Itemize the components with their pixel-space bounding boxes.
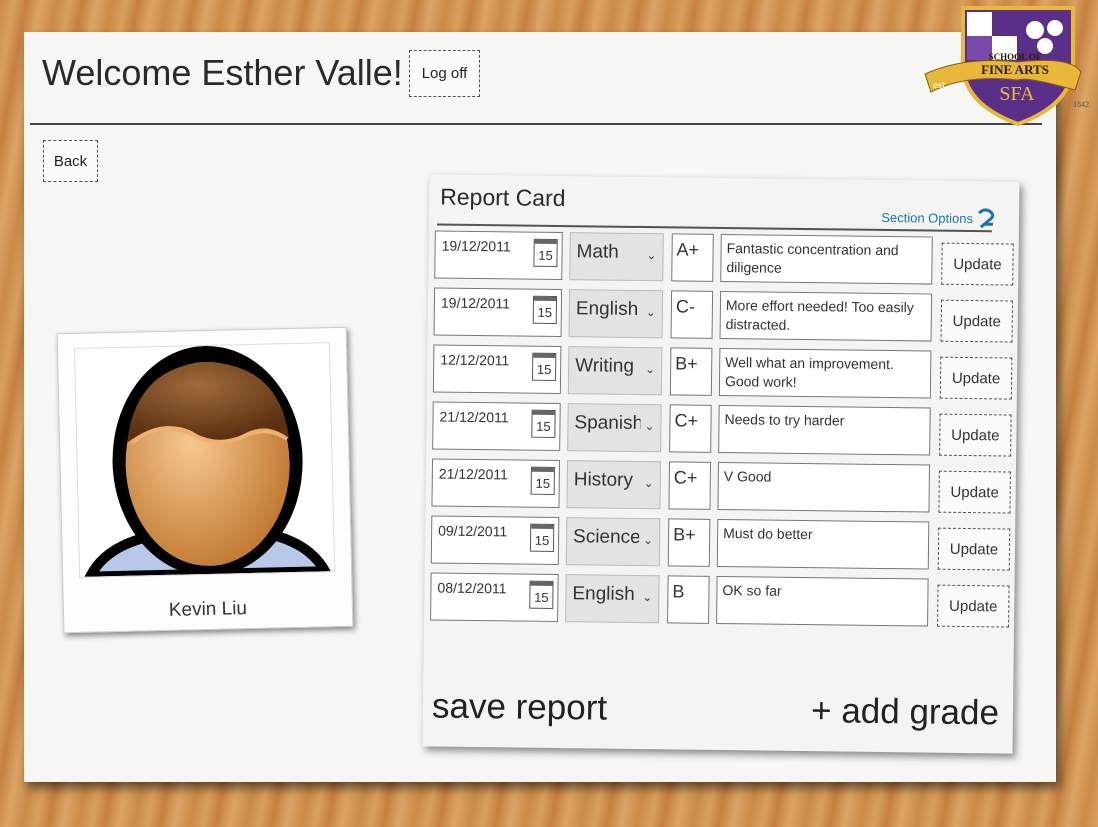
- chevron-down-icon: ⌄: [646, 248, 657, 263]
- grade-row: 19/12/2011 15 Math ⌄ A+ Fantastic concen…: [434, 230, 1014, 286]
- student-avatar: [73, 342, 336, 578]
- update-button[interactable]: Update: [937, 584, 1010, 628]
- add-grade-button[interactable]: + add grade: [811, 691, 999, 733]
- chevron-down-icon: ⌄: [642, 590, 653, 605]
- chevron-down-icon: ⌄: [643, 476, 654, 491]
- comment-field[interactable]: Well what an improvement. Good work!: [718, 347, 932, 399]
- grade-row: 12/12/2011 15 Writing ⌄ B+ Well what an …: [432, 344, 1013, 400]
- date-value: 21/12/2011: [438, 465, 508, 483]
- comment-field[interactable]: OK so far: [716, 575, 929, 627]
- date-field[interactable]: 19/12/2011 15: [433, 287, 563, 338]
- comment-field[interactable]: Fantastic concentration and diligence: [720, 233, 933, 285]
- school-logo: SCHOOL OF FINE ARTS SFA est. 1842: [924, 6, 1089, 127]
- calendar-icon[interactable]: 15: [529, 580, 554, 609]
- subject-select[interactable]: Writing ⌄: [567, 346, 663, 396]
- avatar-icon: [81, 345, 334, 578]
- logo-initials: SFA: [999, 83, 1035, 105]
- logo-line1: SCHOOL OF: [989, 52, 1042, 62]
- grade-row: 19/12/2011 15 English ⌄ C- More effort n…: [433, 287, 1014, 343]
- page-title: Welcome Esther Valle!: [42, 52, 403, 93]
- subject-select[interactable]: Math ⌄: [569, 232, 664, 282]
- grade-field[interactable]: C-: [670, 290, 714, 339]
- date-field[interactable]: 19/12/2011 15: [434, 230, 563, 281]
- date-value: 21/12/2011: [439, 408, 509, 426]
- calendar-icon[interactable]: 15: [531, 409, 556, 438]
- grade-field[interactable]: C+: [668, 461, 712, 510]
- student-photo-card: Kevin Liu: [56, 326, 354, 634]
- date-field[interactable]: 21/12/2011 15: [432, 401, 561, 452]
- update-button[interactable]: Update: [937, 527, 1011, 571]
- calendar-icon[interactable]: 15: [533, 238, 558, 267]
- comment-field[interactable]: More effort needed! Too easily distracte…: [719, 290, 933, 342]
- update-button[interactable]: Update: [939, 413, 1012, 457]
- subject-select[interactable]: English ⌄: [568, 289, 664, 339]
- subject-value: English: [572, 583, 635, 605]
- grade-row: 21/12/2011 15 Spanish ⌄ C+ Needs to try …: [432, 401, 1012, 457]
- calendar-icon[interactable]: 15: [530, 466, 555, 495]
- date-field[interactable]: 12/12/2011 15: [432, 344, 562, 395]
- grade-field[interactable]: B+: [667, 518, 711, 567]
- grade-row: 21/12/2011 15 History ⌄ C+ V Good Update: [431, 458, 1011, 514]
- date-field[interactable]: 08/12/2011 15: [430, 572, 559, 623]
- back-button[interactable]: Back: [43, 140, 98, 182]
- calendar-icon[interactable]: 15: [532, 295, 558, 324]
- grade-row: 09/12/2011 15 Science ⌄ B+ Must do bette…: [430, 515, 1011, 571]
- grade-field[interactable]: A+: [671, 233, 714, 282]
- subject-value: Writing: [575, 355, 635, 377]
- update-button[interactable]: Update: [938, 470, 1011, 514]
- comment-field[interactable]: Must do better: [716, 518, 930, 570]
- header-divider: [30, 123, 1042, 125]
- report-title: Report Card: [440, 183, 566, 212]
- calendar-icon[interactable]: 15: [529, 523, 555, 552]
- chevron-down-icon: ⌄: [645, 362, 656, 377]
- grade-field[interactable]: C+: [669, 404, 712, 453]
- subject-value: Spanish: [574, 412, 641, 435]
- subject-select[interactable]: Spanish ⌄: [567, 403, 662, 453]
- section-options-link[interactable]: Section Options: [881, 210, 973, 226]
- subject-value: History: [573, 469, 634, 491]
- calendar-icon[interactable]: 15: [532, 352, 557, 381]
- update-button[interactable]: Update: [940, 299, 1014, 343]
- logo-est: est.: [933, 79, 948, 91]
- comment-field[interactable]: V Good: [717, 461, 931, 513]
- subject-select[interactable]: Science ⌄: [565, 517, 661, 567]
- chevron-down-icon: ⌄: [644, 419, 655, 434]
- comment-field[interactable]: Needs to try harder: [718, 404, 931, 456]
- date-value: 12/12/2011: [440, 351, 510, 369]
- grade-row: 08/12/2011 15 English ⌄ B OK so far Upda…: [430, 572, 1010, 628]
- date-field[interactable]: 09/12/2011 15: [430, 515, 560, 566]
- save-report-button[interactable]: save report: [432, 686, 608, 728]
- chevron-down-icon: ⌄: [645, 305, 656, 320]
- date-field[interactable]: 21/12/2011 15: [431, 458, 561, 509]
- section-options-icon[interactable]: [975, 207, 997, 229]
- logo-year: 1842: [1073, 100, 1089, 109]
- date-value: 19/12/2011: [441, 237, 511, 255]
- chevron-down-icon: ⌄: [642, 533, 654, 548]
- subject-select[interactable]: English ⌄: [565, 574, 660, 624]
- update-button[interactable]: Update: [941, 242, 1014, 286]
- subject-value: Science: [572, 526, 640, 549]
- logo-line2: FINE ARTS: [981, 62, 1049, 77]
- date-value: 08/12/2011: [437, 579, 507, 597]
- logoff-button[interactable]: Log off: [409, 50, 480, 97]
- subject-value: Math: [576, 241, 619, 263]
- date-value: 19/12/2011: [440, 294, 511, 312]
- grade-field[interactable]: B: [667, 575, 710, 624]
- student-name: Kevin Liu: [168, 598, 248, 621]
- update-button[interactable]: Update: [939, 356, 1013, 400]
- report-card-panel: Report Card Section Options 19/12/2011 1…: [422, 174, 1020, 754]
- subject-value: English: [575, 298, 639, 320]
- subject-select[interactable]: History ⌄: [566, 460, 662, 510]
- grade-field[interactable]: B+: [669, 347, 713, 396]
- date-value: 09/12/2011: [438, 522, 508, 540]
